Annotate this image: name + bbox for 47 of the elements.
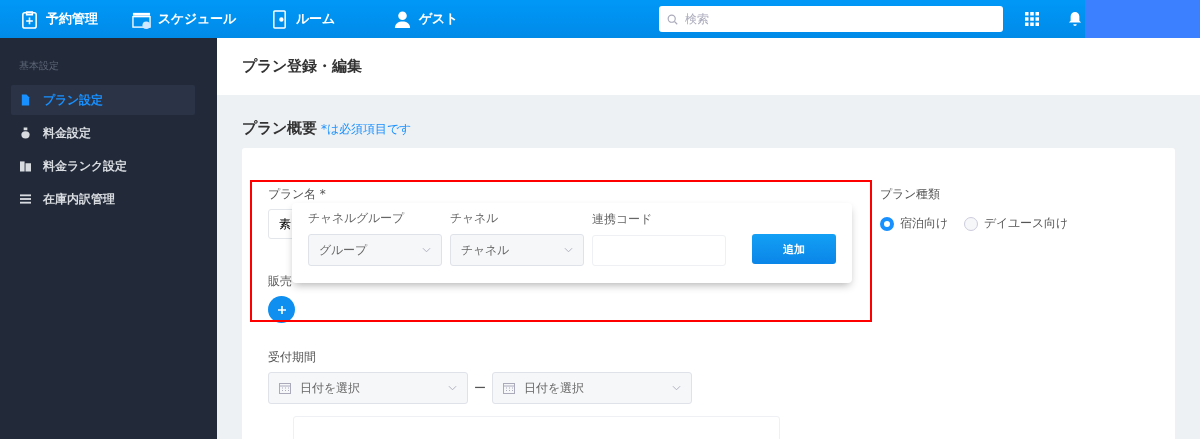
nav-link[interactable]: ルーム [270, 9, 335, 29]
required-note: *は必須項目です [321, 121, 411, 138]
bell-icon[interactable] [1068, 11, 1082, 27]
section-title: プラン概要 [242, 119, 317, 138]
range-separator: ー [474, 379, 486, 397]
chevron-down-icon [422, 247, 431, 253]
chevron-down-icon [564, 247, 573, 253]
page-title: プラン登録・編集 [242, 57, 362, 76]
nav-link[interactable]: スケジュール [132, 9, 236, 29]
sidebar-item[interactable]: プラン設定 [11, 85, 195, 115]
field-label: プラン種類 [880, 186, 941, 203]
date-picker[interactable]: 日付を選択 [492, 372, 692, 404]
file-icon [20, 94, 31, 106]
group-select[interactable]: グループ [308, 234, 442, 266]
sidebar-item[interactable]: 料金設定 [11, 118, 195, 148]
field-label: 販売 [268, 273, 293, 290]
apps-grid-icon[interactable] [1025, 12, 1039, 26]
search-icon [667, 13, 678, 25]
radio-label: 宿泊向け [900, 215, 948, 232]
chevron-down-icon [448, 385, 457, 391]
stack-icon [20, 160, 31, 172]
nav-link[interactable]: 予約管理 [20, 9, 98, 29]
person-icon [393, 9, 412, 29]
field-label: チャネル [450, 210, 499, 227]
list-icon [20, 193, 31, 205]
radio-label: デイユース向け [984, 215, 1068, 232]
channel-select[interactable]: チャネル [450, 234, 584, 266]
field-label: チャネルグループ [308, 210, 406, 227]
clipboard-icon [20, 9, 39, 29]
add-button[interactable]: 追加 [752, 234, 836, 264]
sidebar-item[interactable]: 在庫内訳管理 [11, 184, 195, 214]
search-field[interactable]: 検索 [659, 6, 1003, 32]
field-label: 受付期間 [268, 349, 317, 366]
field-label: 連携コード [592, 211, 653, 228]
money-bag-icon [20, 127, 31, 139]
calendar-icon [279, 382, 291, 394]
radio-button[interactable] [964, 216, 978, 231]
chevron-down-icon [672, 385, 681, 391]
sidebar-item[interactable]: 料金ランク設定 [11, 151, 195, 181]
calendar-icon [503, 382, 515, 394]
field-label: プラン名 * [268, 186, 327, 203]
add-button[interactable] [268, 296, 295, 323]
nav-link[interactable]: ゲスト [393, 9, 458, 29]
door-icon [270, 9, 289, 29]
plus-icon [276, 304, 287, 315]
date-picker[interactable]: 日付を選択 [268, 372, 468, 404]
radio-button[interactable] [880, 216, 894, 231]
